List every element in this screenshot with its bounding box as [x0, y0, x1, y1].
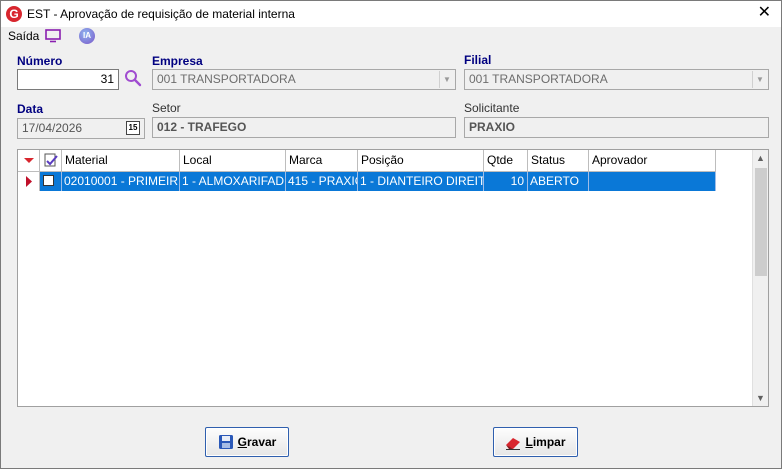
filial-select-value: 001 TRANSPORTADORA [469, 72, 608, 86]
numero-label: Número [17, 54, 63, 68]
setor-label: Setor [152, 101, 181, 115]
cell-material[interactable]: 02010001 - PRIMEIR... [62, 172, 180, 191]
grid-vertical-scrollbar[interactable]: ▲ ▼ [752, 150, 768, 406]
setor-field: 012 - TRAFEGO [152, 117, 456, 138]
data-label: Data [17, 102, 44, 116]
row-indicator[interactable] [18, 172, 40, 191]
check-edit-icon[interactable] [40, 150, 62, 171]
cell-status[interactable]: ABERTO [528, 172, 589, 191]
eraser-icon [506, 438, 521, 450]
scrollbar-thumb[interactable] [755, 168, 767, 276]
col-aprovador[interactable]: Aprovador [589, 150, 716, 172]
empresa-select-value: 001 TRANSPORTADORA [157, 72, 296, 86]
grid-header: Material Local Marca Posição Qtde Status… [18, 150, 716, 172]
row-checkbox[interactable] [43, 175, 54, 186]
grid-header-indicator[interactable] [18, 150, 40, 172]
table-row[interactable]: 02010001 - PRIMEIR... 1 - ALMOXARIFAD...… [18, 172, 716, 191]
col-qtde[interactable]: Qtde [484, 150, 528, 172]
empresa-label: Empresa [152, 54, 203, 68]
col-material[interactable]: Material [62, 150, 180, 172]
col-local[interactable]: Local [180, 150, 286, 172]
numero-input[interactable]: 31 [17, 69, 119, 90]
filial-select[interactable]: 001 TRANSPORTADORA ▼ [464, 69, 769, 90]
scroll-down-icon[interactable]: ▼ [753, 390, 768, 406]
items-grid[interactable]: Material Local Marca Posição Qtde Status… [17, 149, 769, 407]
cell-aprovador[interactable] [589, 172, 716, 191]
cell-local[interactable]: 1 - ALMOXARIFAD... [180, 172, 286, 191]
limpar-button[interactable]: Limpar [493, 427, 578, 457]
col-posicao[interactable]: Posição [358, 150, 484, 172]
solicitante-field: PRAXIO [464, 117, 769, 138]
save-icon [218, 435, 233, 449]
ia-assistant-icon[interactable]: IA [79, 28, 95, 44]
cell-marca[interactable]: 415 - PRAXIO [286, 172, 358, 191]
title-bar: G EST - Aprovação de requisição de mater… [1, 1, 781, 27]
menu-item-saida[interactable]: Saída [8, 29, 39, 43]
cell-posicao[interactable]: 1 - DIANTEIRO DIREITO [358, 172, 484, 191]
chevron-down-icon: ▼ [439, 71, 454, 88]
sort-down-icon[interactable] [18, 150, 40, 171]
calendar-icon[interactable]: 15 [126, 121, 140, 135]
monitor-icon[interactable] [45, 29, 61, 43]
window-title: EST - Aprovação de requisição de materia… [27, 7, 295, 21]
col-status[interactable]: Status [528, 150, 589, 172]
gravar-button-label: Gravar [237, 435, 277, 449]
current-row-arrow-icon [26, 176, 32, 187]
scroll-up-icon[interactable]: ▲ [753, 150, 768, 166]
close-button[interactable]: ✕ [758, 5, 771, 21]
limpar-button-label: Limpar [525, 435, 566, 449]
col-marca[interactable]: Marca [286, 150, 358, 172]
filial-label: Filial [464, 53, 492, 67]
empresa-select[interactable]: 001 TRANSPORTADORA ▼ [152, 69, 456, 90]
main-window: G EST - Aprovação de requisição de mater… [0, 0, 782, 469]
row-select-cell[interactable] [40, 172, 62, 191]
menu-bar: Saída IA [1, 27, 781, 47]
search-icon[interactable] [124, 69, 142, 87]
cell-qtde[interactable]: 10 [484, 172, 528, 191]
chevron-down-icon: ▼ [752, 71, 767, 88]
solicitante-label: Solicitante [464, 101, 520, 115]
grid-header-check[interactable] [40, 150, 62, 172]
gravar-button[interactable]: Gravar [205, 427, 289, 457]
data-input-value: 17/04/2026 [22, 121, 83, 135]
app-logo-icon: G [6, 6, 22, 22]
